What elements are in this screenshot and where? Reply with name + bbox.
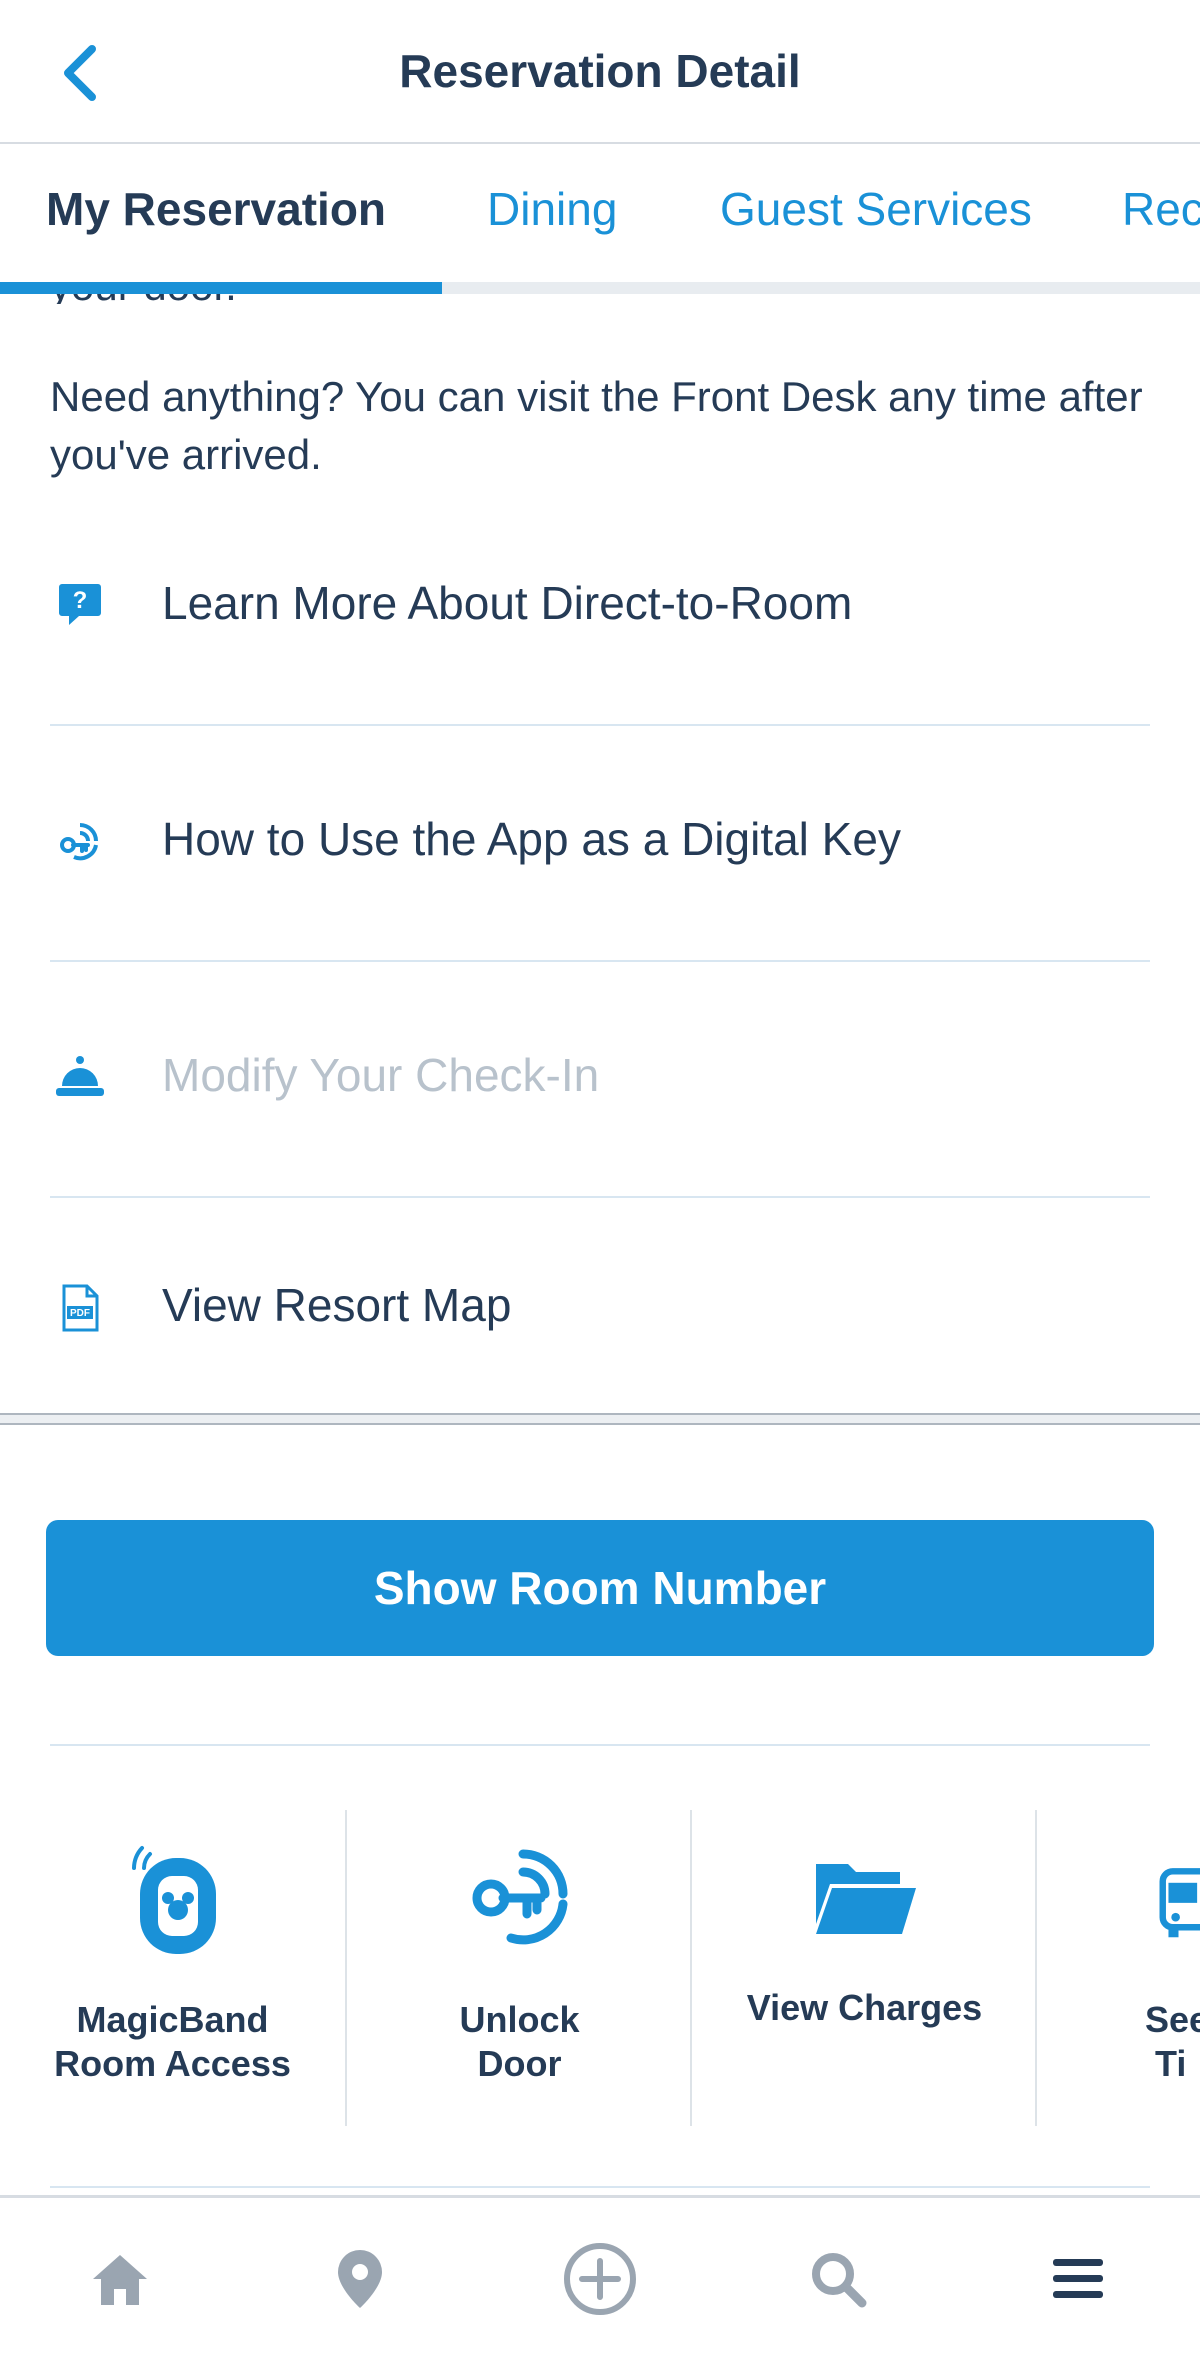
back-button[interactable] — [50, 38, 110, 108]
unlock-door-action[interactable]: Unlock Door — [347, 1810, 692, 2126]
nav-map[interactable] — [300, 2198, 420, 2360]
divider — [50, 1744, 1150, 1746]
intro-text: Need anything? You can visit the Front D… — [50, 373, 1143, 478]
link-label: How to Use the App as a Digital Key — [162, 813, 901, 865]
page-title: Reservation Detail — [399, 45, 801, 97]
link-label: View Resort Map — [162, 1279, 512, 1331]
digital-key-help-link[interactable]: How to Use the App as a Digital Key — [50, 724, 1150, 962]
learn-more-direct-to-room-link[interactable]: ? Learn More About Direct-to-Room — [50, 488, 1150, 726]
home-icon — [93, 2255, 147, 2305]
bell-icon — [50, 1046, 110, 1106]
nav-add[interactable] — [540, 2198, 660, 2360]
tab-guest-services[interactable]: Guest Services — [720, 144, 1032, 274]
nav-menu[interactable] — [1018, 2198, 1138, 2360]
chevron-left-icon — [64, 45, 96, 101]
scrolled-text: your door. — [50, 294, 237, 304]
tab-rec[interactable]: Rec — [1122, 144, 1200, 274]
map-pin-icon — [338, 2250, 382, 2308]
tab-my-reservation[interactable]: My Reservation — [46, 144, 386, 274]
magicband-icon — [0, 1840, 345, 1960]
action-label: View Charges — [746, 1987, 983, 2028]
section-separator — [0, 1413, 1200, 1425]
nav-home[interactable] — [60, 2198, 180, 2360]
link-label: Learn More About Direct-to-Room — [162, 577, 853, 629]
folder-icon — [692, 1840, 1037, 1960]
question-bubble-icon: ? — [50, 574, 110, 634]
menu-icon — [1053, 2259, 1103, 2298]
pdf-icon: PDF — [50, 1278, 110, 1338]
active-tab-indicator — [0, 282, 442, 294]
see-times-action[interactable]: See Ti — [1037, 1810, 1200, 2126]
magicband-room-access-action[interactable]: MagicBand Room Access — [0, 1810, 345, 2126]
nav-search[interactable] — [778, 2198, 898, 2360]
action-label: See Ti — [1145, 1999, 1200, 2084]
show-room-number-button[interactable]: Show Room Number — [46, 1520, 1154, 1656]
plus-circle-icon — [564, 2243, 636, 2315]
action-label: Unlock Door — [459, 1999, 580, 2084]
search-icon — [812, 2253, 867, 2308]
scrolled-text-fragment: your door. — [50, 294, 350, 304]
bus-icon — [1157, 1840, 1200, 1960]
tab-bar: My Reservation Dining Guest Services Rec — [0, 144, 1200, 294]
modify-check-in-link[interactable]: Modify Your Check-In — [50, 960, 1150, 1198]
svg-text:?: ? — [73, 587, 88, 614]
svg-text:PDF: PDF — [70, 1308, 90, 1319]
view-charges-action[interactable]: View Charges — [692, 1810, 1037, 2126]
action-label: MagicBand Room Access — [54, 1999, 291, 2084]
tab-dining[interactable]: Dining — [487, 144, 617, 274]
bottom-navigation — [0, 2195, 1200, 2360]
digital-key-icon — [347, 1840, 692, 1960]
divider — [50, 2186, 1150, 2188]
link-label: Modify Your Check-In — [162, 1049, 600, 1101]
digital-key-icon — [50, 811, 110, 871]
view-resort-map-link[interactable]: PDF View Resort Map — [50, 1196, 1150, 1413]
